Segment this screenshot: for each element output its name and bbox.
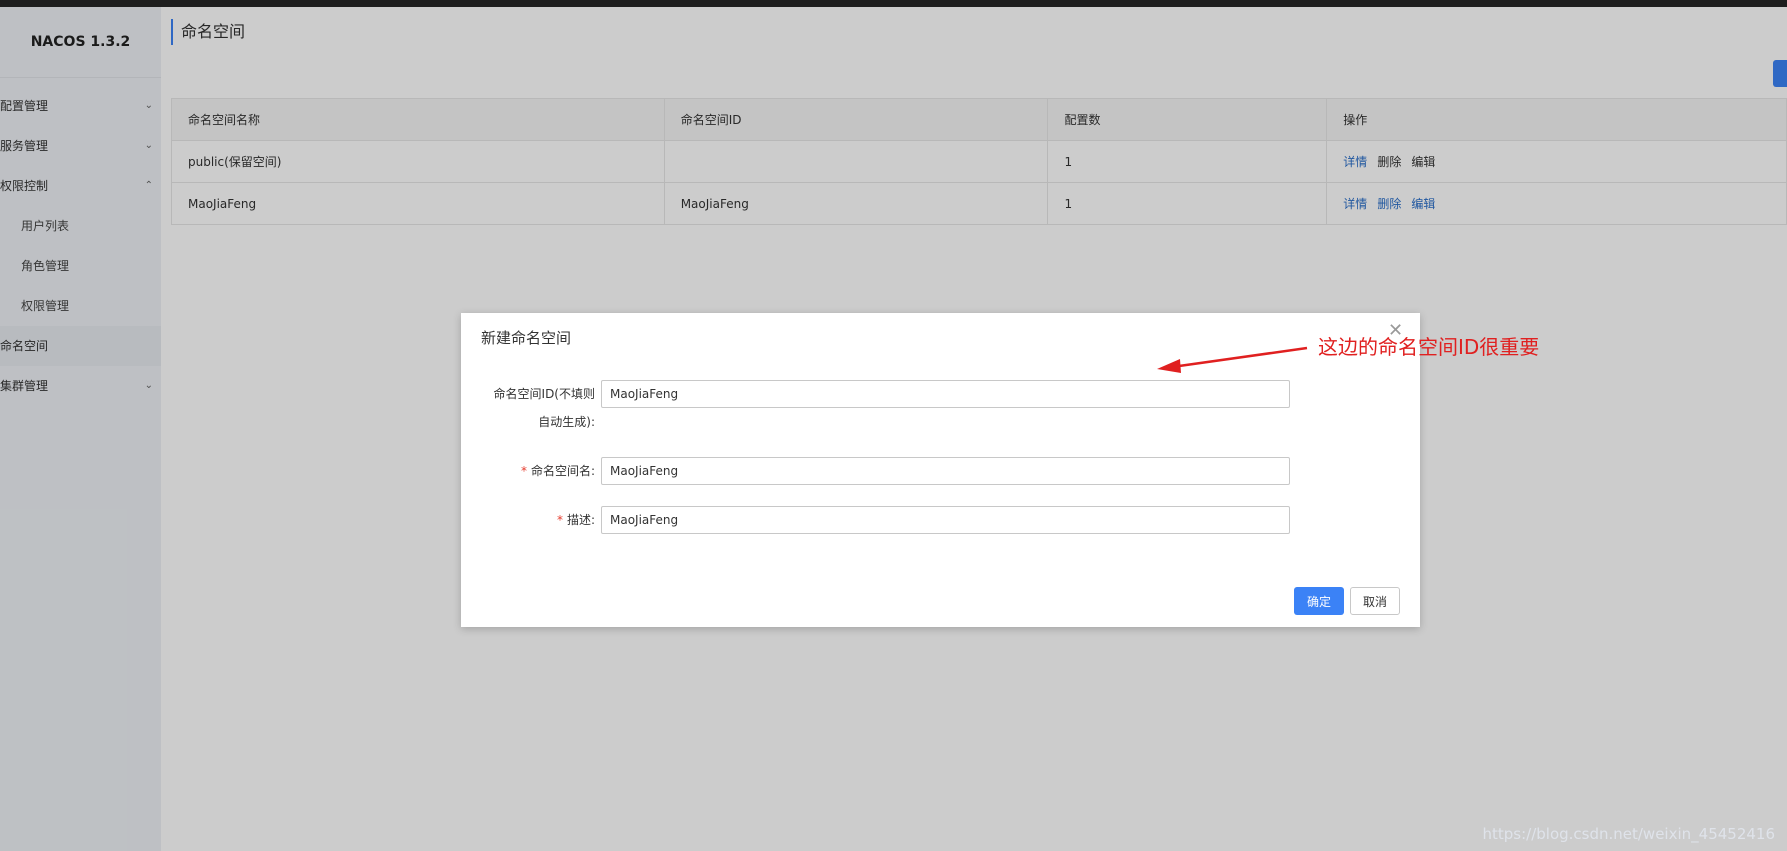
- namespace-name-input[interactable]: [601, 457, 1290, 485]
- namespace-id-label: 命名空间ID(不填则 自动生成):: [475, 380, 595, 436]
- description-label-text: 描述:: [566, 513, 595, 527]
- cancel-button[interactable]: 取消: [1350, 587, 1400, 615]
- description-input[interactable]: [601, 506, 1290, 534]
- watermark: https://blog.csdn.net/weixin_45452416: [1482, 825, 1775, 843]
- create-namespace-dialog: 新建命名空间 ✕ 命名空间ID(不填则 自动生成): *命名空间名: *描述: …: [461, 313, 1420, 627]
- required-mark: *: [556, 513, 563, 527]
- dialog-title: 新建命名空间: [481, 329, 572, 347]
- namespace-id-label-line1: 命名空间ID(不填则: [493, 387, 595, 401]
- namespace-id-label-line2: 自动生成):: [538, 415, 595, 429]
- description-label: * 描述:: [475, 506, 595, 534]
- annotation-text: 这边的命名空间ID很重要: [1318, 335, 1540, 359]
- namespace-id-input[interactable]: [601, 380, 1290, 408]
- confirm-button[interactable]: 确定: [1294, 587, 1344, 615]
- namespace-name-label: * 命名空间名:: [475, 457, 595, 485]
- namespace-name-label-text: 命名空间名:: [530, 464, 595, 478]
- required-mark: *: [520, 464, 527, 478]
